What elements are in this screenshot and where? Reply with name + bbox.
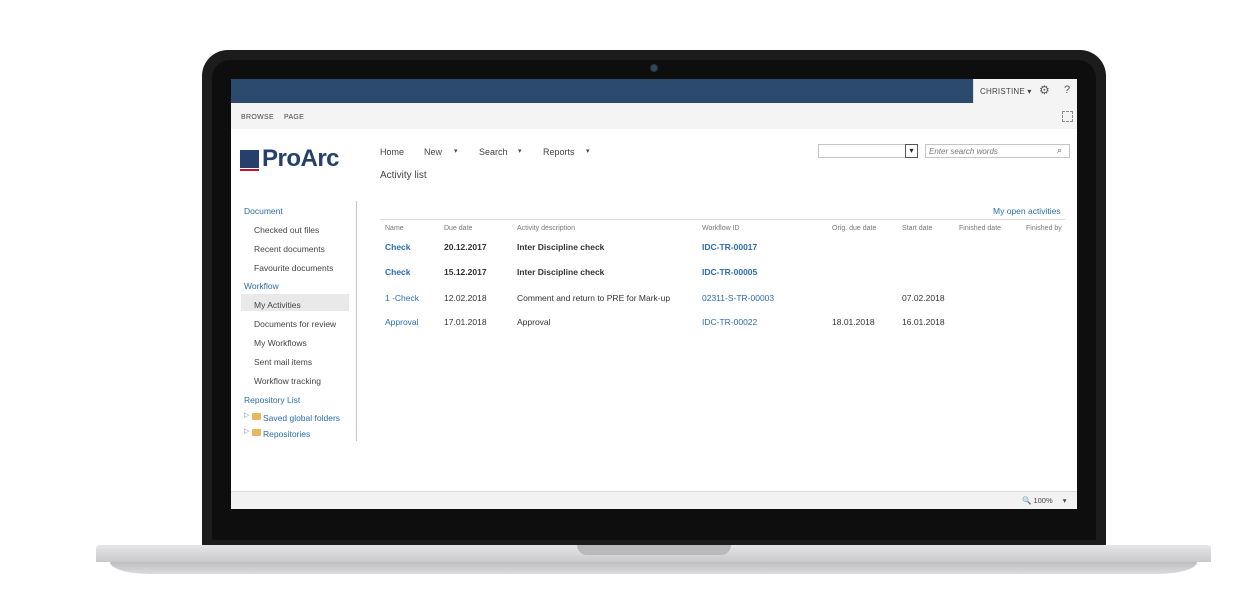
- nav-favourite-documents[interactable]: Favourite documents: [254, 263, 333, 273]
- laptop-notch: [577, 545, 731, 555]
- column-header-name[interactable]: Name: [385, 225, 404, 232]
- cell-due-date: 17.01.2018: [444, 317, 487, 327]
- cell-name[interactable]: Approval: [385, 317, 419, 327]
- tree-repositories[interactable]: Repositories: [263, 429, 310, 439]
- cell-due-date: 12.02.2018: [444, 293, 487, 303]
- cell-name[interactable]: 1 -Check: [385, 293, 419, 303]
- chevron-down-icon: ▾: [1062, 496, 1067, 505]
- laptop-base-lip: [110, 562, 1197, 574]
- column-header-finished-date[interactable]: Finished date: [959, 225, 1001, 232]
- chevron-down-icon[interactable]: ▾: [905, 144, 918, 158]
- focus-mode-icon[interactable]: [1062, 111, 1073, 122]
- nav-checked-out-files[interactable]: Checked out files: [254, 225, 319, 235]
- suite-bar: [231, 79, 1077, 103]
- logo-mark: [240, 150, 259, 171]
- nav-home[interactable]: Home: [380, 147, 404, 157]
- zoom-icon: 🔍: [1022, 496, 1032, 505]
- column-header-finished-by[interactable]: Finished by: [1026, 225, 1062, 232]
- view-selector[interactable]: My open activities: [993, 206, 1061, 216]
- page-title: Activity list: [380, 170, 427, 181]
- cell-activity-description: Inter Discipline check: [517, 267, 605, 277]
- column-header-start-date[interactable]: Start date: [902, 225, 932, 232]
- nav-documents-for-review[interactable]: Documents for review: [254, 319, 336, 329]
- help-icon[interactable]: ?: [1064, 85, 1070, 96]
- cell-due-date: 15.12.2017: [444, 267, 487, 277]
- status-bar: [231, 491, 1077, 509]
- chevron-down-icon[interactable]: ▾: [586, 147, 590, 155]
- user-name: CHRISTINE: [980, 87, 1025, 96]
- nav-workflow-tracking[interactable]: Workflow tracking: [254, 376, 321, 386]
- nav-recent-documents[interactable]: Recent documents: [254, 244, 325, 254]
- cell-activity-description: Approval: [517, 317, 551, 327]
- nav-new[interactable]: New: [424, 147, 442, 157]
- cell-activity-description: Inter Discipline check: [517, 242, 605, 252]
- column-header-due-date[interactable]: Due date: [444, 225, 472, 232]
- search-scope-select[interactable]: [818, 144, 918, 158]
- column-header-workflow-id[interactable]: Workflow ID: [702, 225, 740, 232]
- search-input[interactable]: Enter search words: [925, 144, 1070, 158]
- tab-browse[interactable]: BROWSE: [241, 114, 274, 121]
- expand-icon[interactable]: ▷: [244, 411, 249, 419]
- nav-header-repository-list[interactable]: Repository List: [244, 395, 300, 405]
- cell-workflow-id[interactable]: IDC-TR-00005: [702, 267, 757, 277]
- expand-icon[interactable]: ▷: [244, 427, 249, 435]
- folder-icon: [252, 413, 261, 420]
- cell-name[interactable]: Check: [385, 242, 411, 252]
- chevron-down-icon: ▾: [1027, 87, 1032, 96]
- cell-name[interactable]: Check: [385, 267, 411, 277]
- cell-workflow-id[interactable]: 02311-S-TR-00003: [702, 293, 774, 303]
- chevron-down-icon[interactable]: ▾: [518, 147, 522, 155]
- folder-icon: [252, 429, 261, 436]
- user-menu[interactable]: CHRISTINE ▾: [980, 87, 1032, 96]
- cell-start-date: 07.02.2018: [902, 293, 945, 303]
- logo-text: ProArc: [262, 145, 340, 172]
- zoom-control[interactable]: 🔍 100% ▾: [1022, 496, 1066, 505]
- cell-due-date: 20.12.2017: [444, 242, 487, 252]
- nav-sent-mail-items[interactable]: Sent mail items: [254, 357, 312, 367]
- cell-workflow-id[interactable]: IDC-TR-00022: [702, 317, 757, 327]
- cell-orig-due-date: 18.01.2018: [832, 317, 875, 327]
- nav-header-workflow[interactable]: Workflow: [244, 281, 279, 291]
- chevron-down-icon[interactable]: ▾: [454, 147, 458, 155]
- nav-reports[interactable]: Reports: [543, 147, 575, 157]
- nav-my-activities[interactable]: My Activities: [254, 300, 301, 310]
- laptop-frame: CHRISTINE ▾ ⚙ ? BROWSE PAGE ProArc Home …: [0, 0, 1250, 611]
- column-header-activity-description[interactable]: Activity description: [517, 225, 575, 232]
- search-icon[interactable]: ⌕: [1057, 144, 1062, 156]
- logo[interactable]: ProArc: [240, 145, 340, 172]
- zoom-level: 100%: [1033, 496, 1053, 505]
- tab-page[interactable]: PAGE: [284, 114, 304, 121]
- cell-start-date: 16.01.2018: [902, 317, 945, 327]
- ribbon: [231, 103, 1077, 129]
- tree-saved-global-folders[interactable]: Saved global folders: [263, 413, 340, 423]
- nav-header-document[interactable]: Document: [244, 206, 283, 216]
- cell-activity-description: Comment and return to PRE for Mark-up: [517, 293, 671, 303]
- grid-top-rule: [380, 219, 1065, 220]
- nav-search[interactable]: Search: [479, 147, 508, 157]
- nav-my-workflows[interactable]: My Workflows: [254, 338, 307, 348]
- gear-icon[interactable]: ⚙: [1039, 84, 1050, 96]
- cell-workflow-id[interactable]: IDC-TR-00017: [702, 242, 757, 252]
- webcam: [651, 65, 657, 71]
- browser-screen: CHRISTINE ▾ ⚙ ? BROWSE PAGE ProArc Home …: [231, 79, 1077, 509]
- column-header-orig-due-date[interactable]: Orig. due date: [832, 225, 876, 232]
